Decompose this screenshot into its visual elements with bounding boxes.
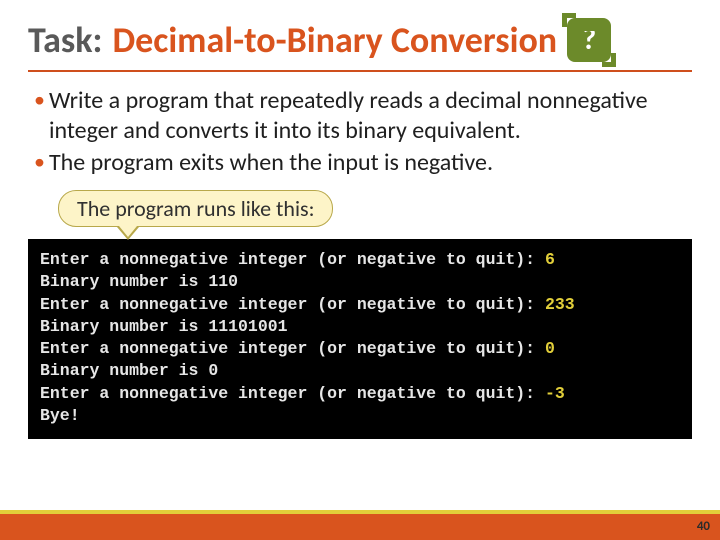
terminal-line: Enter a nonnegative integer (or negative…: [40, 338, 680, 360]
user-input: 0: [545, 339, 555, 358]
terminal-output: Enter a nonnegative integer (or negative…: [28, 239, 692, 439]
task-label: Task:: [28, 18, 102, 62]
bullet-text: The program exits when the input is nega…: [49, 148, 493, 178]
terminal-line: Bye!: [40, 405, 680, 427]
result-value: 11101001: [208, 317, 287, 336]
title-row: Task: Decimal-to-Binary Conversion ?: [28, 18, 692, 62]
task-title: Decimal-to-Binary Conversion: [112, 18, 557, 62]
result-prefix: Binary number is: [40, 361, 208, 380]
page-number: 40: [697, 519, 710, 534]
exit-message: Bye!: [40, 406, 80, 425]
footer-bar: [0, 510, 720, 540]
terminal-line: Binary number is 11101001: [40, 316, 680, 338]
terminal-line: Enter a nonnegative integer (or negative…: [40, 383, 680, 405]
user-input: 233: [545, 295, 575, 314]
user-input: 6: [545, 250, 555, 269]
bullet-dot-icon: •: [34, 148, 45, 177]
callout-bubble: The program runs like this:: [58, 190, 333, 227]
prompt-text: Enter a nonnegative integer (or negative…: [40, 250, 545, 269]
terminal-line: Enter a nonnegative integer (or negative…: [40, 249, 680, 271]
result-prefix: Binary number is: [40, 317, 208, 336]
title-divider: [28, 70, 692, 72]
terminal-line: Enter a nonnegative integer (or negative…: [40, 294, 680, 316]
result-value: 110: [208, 272, 238, 291]
prompt-text: Enter a nonnegative integer (or negative…: [40, 295, 545, 314]
slide: Task: Decimal-to-Binary Conversion ? • W…: [0, 0, 720, 540]
prompt-text: Enter a nonnegative integer (or negative…: [40, 339, 545, 358]
terminal-line: Binary number is 0: [40, 360, 680, 382]
bullet-item: • The program exits when the input is ne…: [34, 148, 686, 178]
terminal-line: Binary number is 110: [40, 271, 680, 293]
bullet-item: • Write a program that repeatedly reads …: [34, 86, 686, 146]
bullet-dot-icon: •: [34, 86, 45, 115]
prompt-text: Enter a nonnegative integer (or negative…: [40, 384, 545, 403]
result-prefix: Binary number is: [40, 272, 208, 291]
callout-text: The program runs like this:: [77, 195, 314, 222]
question-mark: ?: [582, 25, 596, 55]
bullet-list: • Write a program that repeatedly reads …: [28, 86, 692, 178]
question-icon: ?: [567, 18, 611, 62]
bullet-text: Write a program that repeatedly reads a …: [49, 86, 686, 146]
user-input: -3: [545, 384, 565, 403]
result-value: 0: [208, 361, 218, 380]
